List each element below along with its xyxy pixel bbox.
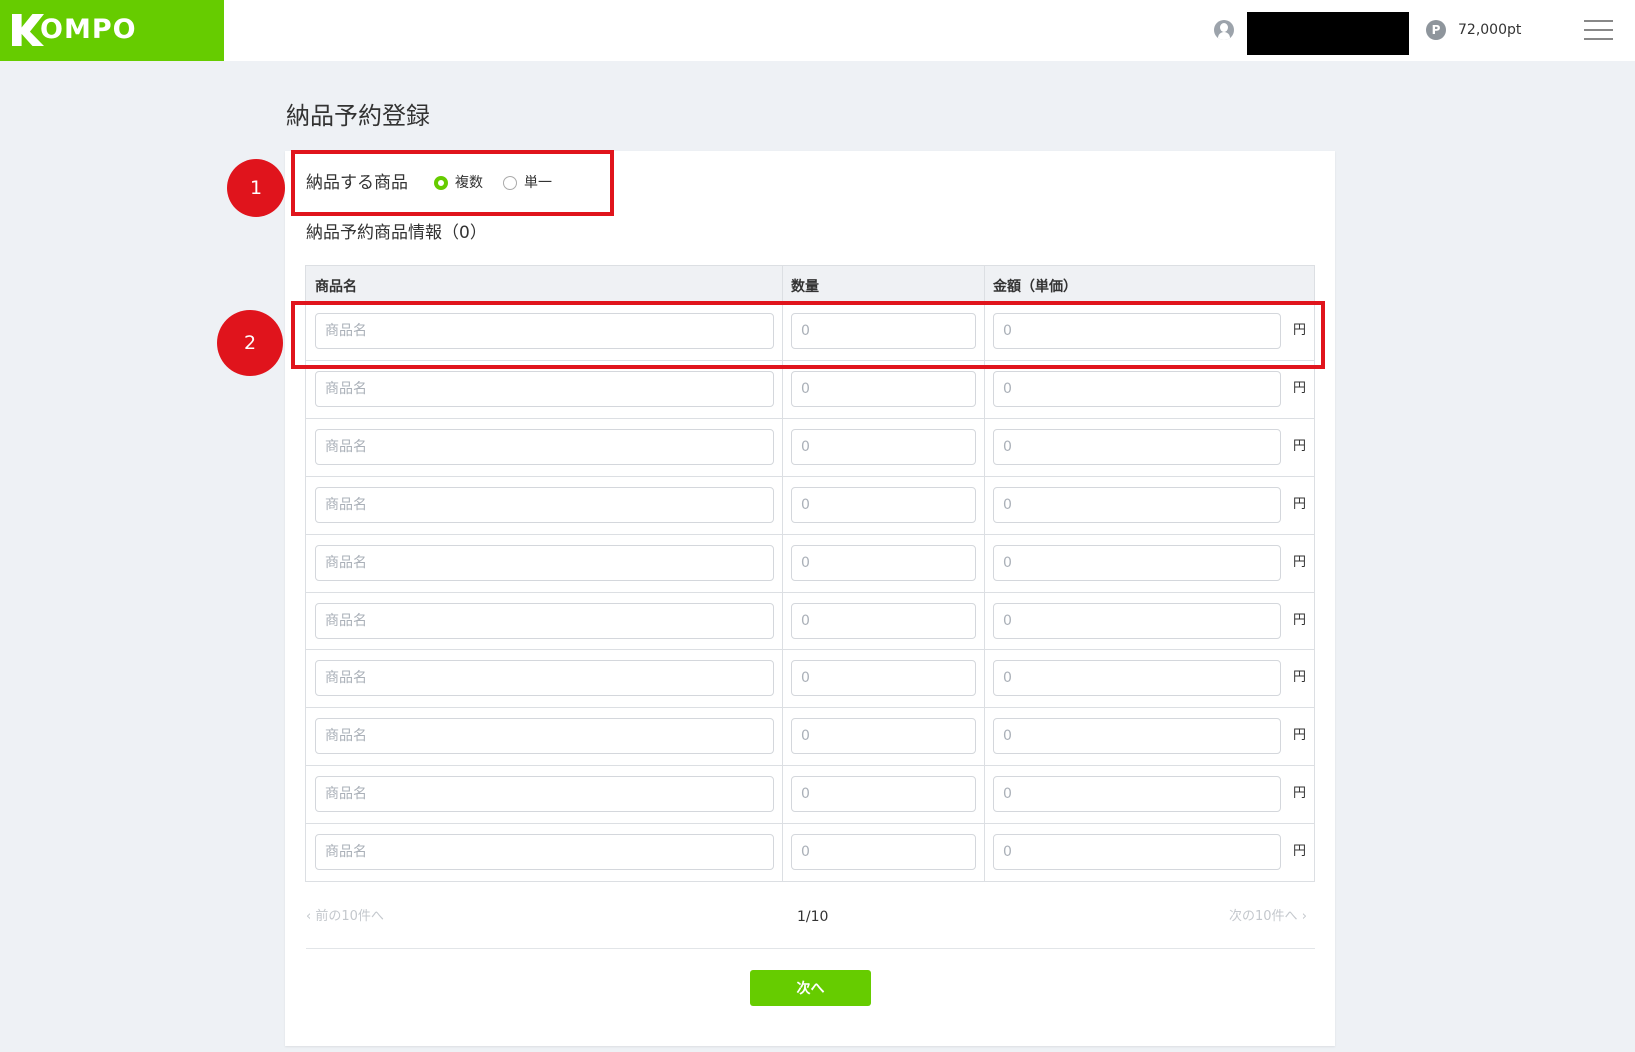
yen-unit-label: 円 [1293, 728, 1307, 744]
price-input[interactable] [993, 486, 1281, 523]
divider [306, 948, 1315, 949]
quantity-input[interactable] [791, 718, 976, 755]
product-name-input[interactable] [315, 544, 774, 581]
yen-unit-label: 円 [1293, 786, 1307, 802]
yen-unit-label: 円 [1293, 380, 1307, 396]
page-indicator: 1/10 [797, 909, 829, 925]
table-row: 円 [306, 707, 1314, 764]
annotation-box-2 [291, 301, 1325, 369]
price-input[interactable] [993, 428, 1281, 465]
user-icon[interactable] [1214, 20, 1234, 40]
next-button[interactable]: 次へ [750, 970, 871, 1006]
yen-unit-label: 円 [1293, 844, 1307, 860]
quantity-input[interactable] [791, 428, 976, 465]
top-bar: OMPO P 72,000pt [0, 0, 1635, 61]
quantity-input[interactable] [791, 660, 976, 697]
quantity-input[interactable] [791, 544, 976, 581]
table-row: 円 [306, 765, 1314, 822]
price-input[interactable] [993, 718, 1281, 755]
header-quantity: 数量 [791, 279, 819, 295]
logo-text: OMPO [40, 14, 137, 45]
product-name-input[interactable] [315, 834, 774, 871]
table-row: 円 [306, 591, 1314, 649]
price-input[interactable] [993, 370, 1281, 407]
page-title: 納品予約登録 [286, 102, 430, 130]
yen-unit-label: 円 [1293, 496, 1307, 512]
quantity-input[interactable] [791, 834, 976, 871]
point-icon: P [1426, 20, 1446, 40]
table-row: 円 [306, 417, 1314, 475]
price-input[interactable] [993, 544, 1281, 581]
product-name-input[interactable] [315, 776, 774, 813]
next-page-link[interactable]: 次の10件へ › [1229, 908, 1307, 926]
redacted-username [1247, 12, 1409, 55]
price-input[interactable] [993, 660, 1281, 697]
product-name-input[interactable] [315, 718, 774, 755]
yen-unit-label: 円 [1293, 612, 1307, 628]
annotation-badge-1: 1 [227, 159, 285, 217]
product-name-input[interactable] [315, 660, 774, 697]
prev-page-link[interactable]: ‹ 前の10件へ [306, 908, 384, 926]
quantity-input[interactable] [791, 776, 976, 813]
product-name-input[interactable] [315, 428, 774, 465]
annotation-box-1 [291, 150, 614, 216]
section-title: 納品予約商品情報（0） [306, 223, 487, 243]
price-input[interactable] [993, 602, 1281, 639]
yen-unit-label: 円 [1293, 438, 1307, 454]
quantity-input[interactable] [791, 370, 976, 407]
kompo-logo[interactable]: OMPO [0, 0, 224, 61]
header-price: 金額（単価） [993, 279, 1077, 295]
table-row: 円 [306, 823, 1314, 880]
table-header: 商品名 数量 金額（単価） [306, 266, 1314, 302]
price-input[interactable] [993, 834, 1281, 871]
annotation-badge-2: 2 [217, 310, 283, 376]
table-row: 円 [306, 649, 1314, 706]
table-row: 円 [306, 533, 1314, 591]
header-product-name: 商品名 [315, 279, 357, 295]
product-name-input[interactable] [315, 486, 774, 523]
quantity-input[interactable] [791, 486, 976, 523]
product-name-input[interactable] [315, 370, 774, 407]
yen-unit-label: 円 [1293, 554, 1307, 570]
price-input[interactable] [993, 776, 1281, 813]
points-balance: 72,000pt [1458, 22, 1522, 38]
yen-unit-label: 円 [1293, 670, 1307, 686]
table-row: 円 [306, 475, 1314, 533]
quantity-input[interactable] [791, 602, 976, 639]
hamburger-menu-icon[interactable] [1584, 20, 1613, 42]
product-name-input[interactable] [315, 602, 774, 639]
